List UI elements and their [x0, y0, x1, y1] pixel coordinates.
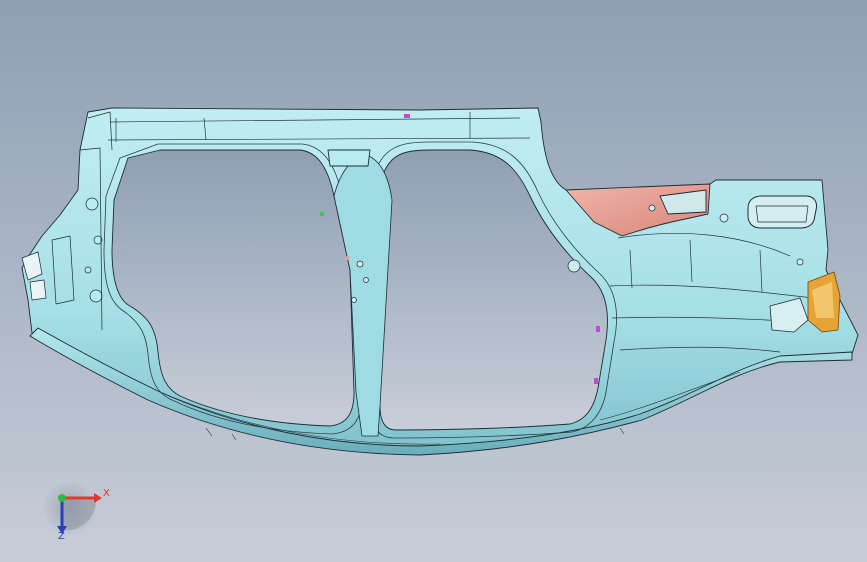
- b-pillar-badge: [327, 149, 371, 167]
- tail-lamp-opening: [747, 195, 817, 229]
- x-axis-label: X: [103, 488, 110, 499]
- triad-origin: [58, 494, 66, 502]
- 3d-viewport[interactable]: X Z: [0, 0, 867, 562]
- viewport-canvas[interactable]: [0, 0, 867, 562]
- z-axis-label: Z: [58, 531, 65, 542]
